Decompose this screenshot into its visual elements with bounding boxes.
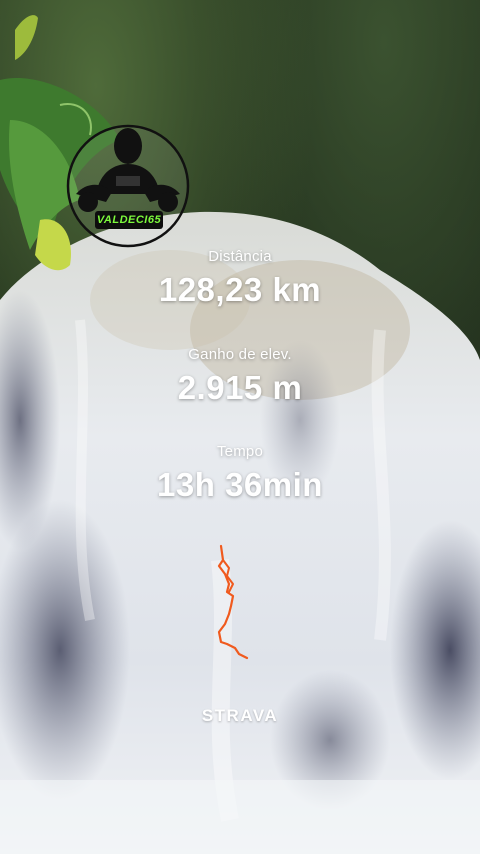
stat-elevation: Ganho de elev. 2.915 m [0, 346, 480, 407]
stat-distance-label: Distância [208, 248, 272, 265]
stat-time: Tempo 13h 36min [0, 443, 480, 504]
activity-share-image: VALDECI65 Distância 128,23 km Ganho de e… [0, 0, 480, 854]
badge-username: VALDECI65 [95, 211, 163, 229]
route-map-trace [217, 544, 249, 660]
helmet-rider-logo-icon [66, 124, 190, 248]
stat-elevation-value: 2.915 m [177, 369, 303, 406]
stats-overlay: VALDECI65 Distância 128,23 km Ganho de e… [0, 0, 480, 854]
stat-elevation-label: Ganho de elev. [188, 346, 292, 363]
stat-time-value: 13h 36min [157, 466, 323, 503]
stat-time-label: Tempo [216, 443, 264, 460]
stat-distance-value: 128,23 km [158, 271, 322, 308]
stat-distance: Distância 128,23 km [0, 248, 480, 309]
strava-logo: STRAVA [201, 706, 279, 725]
